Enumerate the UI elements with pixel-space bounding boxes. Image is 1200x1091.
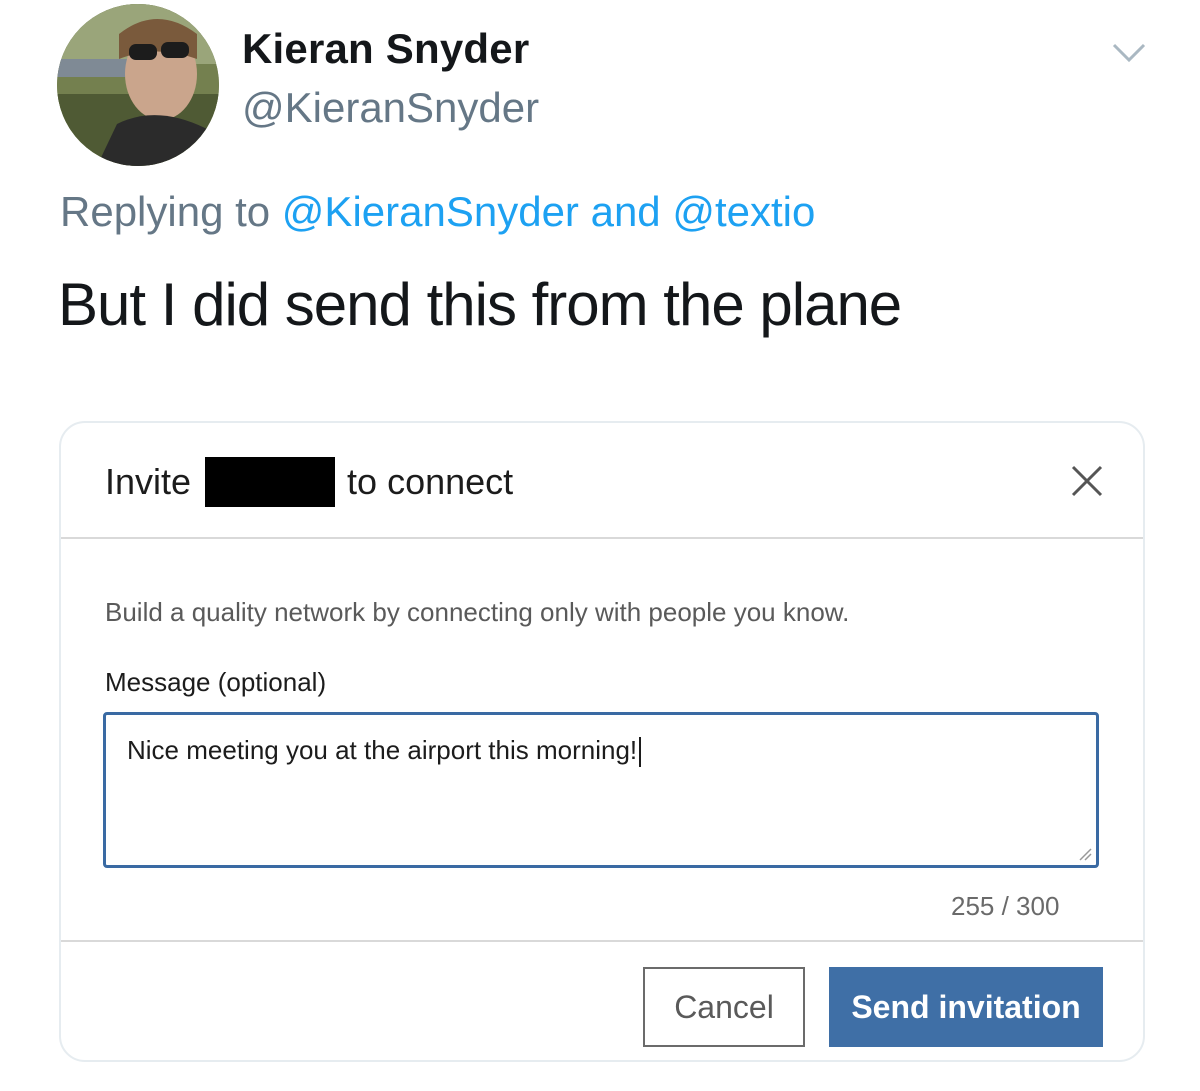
modal-title-suffix: to connect	[347, 461, 514, 502]
modal-title-prefix: Invite	[105, 461, 192, 502]
message-value[interactable]: Nice meeting you at the airport this mor…	[127, 735, 642, 768]
reply-conjunction[interactable]: and	[591, 188, 661, 235]
message-label: Message (optional)	[105, 667, 327, 697]
text-cursor	[639, 737, 642, 768]
redacted-name	[205, 457, 336, 507]
close-icon[interactable]	[1069, 463, 1105, 499]
send-invitation-button[interactable]: Send invitation	[829, 967, 1103, 1047]
chevron-down-icon[interactable]	[1112, 42, 1146, 64]
modal-header: Invite to connect	[61, 423, 1143, 539]
message-text[interactable]: Nice meeting you at the airport this mor…	[127, 735, 637, 765]
reply-prefix: Replying to	[60, 188, 271, 235]
message-textarea[interactable]: Nice meeting you at the airport this mor…	[103, 712, 1099, 868]
tweet-text: But I did send this from the plane	[58, 271, 902, 338]
reply-context: Replying to @KieranSnyder and @textio	[60, 188, 815, 236]
helper-text: Build a quality network by connecting on…	[105, 597, 850, 627]
avatar-photo	[57, 4, 219, 166]
avatar[interactable]	[57, 4, 219, 166]
resize-handle-icon[interactable]	[1078, 847, 1092, 861]
author-handle[interactable]: @KieranSnyder	[242, 84, 539, 132]
modal-title: Invite to connect	[105, 457, 513, 507]
invite-modal-screenshot: Invite to connect Build a quality networ…	[59, 421, 1145, 1062]
cancel-button[interactable]: Cancel	[643, 967, 805, 1047]
author-name[interactable]: Kieran Snyder	[242, 25, 529, 73]
char-counter: 255 / 300	[951, 891, 1060, 921]
mention-link[interactable]: @textio	[672, 188, 815, 235]
modal-footer: Cancel Send invitation	[61, 940, 1143, 1060]
mention-link[interactable]: @KieranSnyder	[282, 188, 579, 235]
